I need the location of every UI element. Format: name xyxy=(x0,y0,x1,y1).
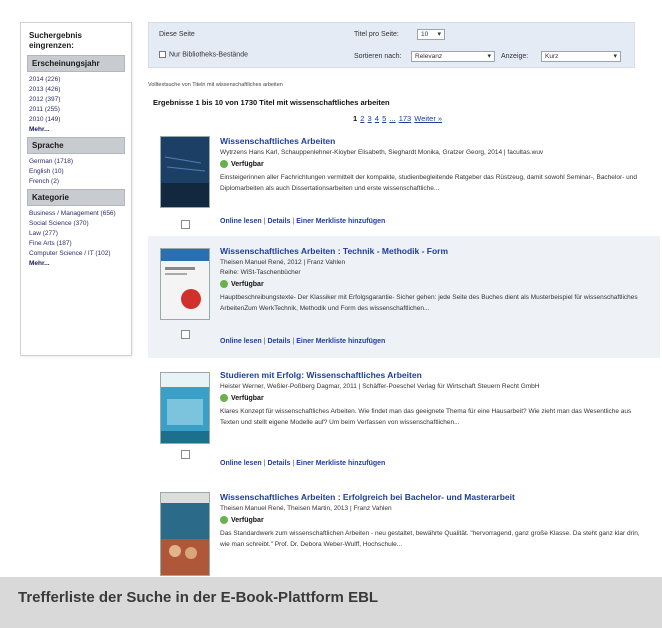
figure-caption: Trefferliste der Suche in der E-Book-Pla… xyxy=(18,589,379,606)
result-select-checkbox[interactable] xyxy=(181,450,190,459)
read-online-link[interactable]: Online lesen xyxy=(220,460,262,467)
result-title[interactable]: Wissenschaftliches Arbeiten xyxy=(220,136,335,146)
facet-category-computer-science[interactable]: Computer Science / IT (102) xyxy=(27,249,125,259)
library-only-checkbox[interactable] xyxy=(159,51,166,58)
result-item: Wissenschaftliches Arbeiten : Technik - … xyxy=(148,236,660,358)
add-to-list-link[interactable]: Einer Merkliste hinzufügen xyxy=(296,218,385,225)
result-description: Hauptbeschreibungstexte- Der Klassiker m… xyxy=(220,294,638,312)
availability-status: Verfügbar xyxy=(220,280,264,288)
facet-year-2013[interactable]: 2013 (426) xyxy=(27,85,125,95)
details-link[interactable]: Details xyxy=(267,460,290,467)
library-only-toggle[interactable]: Nur Bibliotheks-Bestände xyxy=(159,51,248,58)
per-page-value: 10 xyxy=(421,31,429,38)
page-link-3[interactable]: 3 xyxy=(368,114,372,123)
result-select-checkbox[interactable] xyxy=(181,220,190,229)
book-cover[interactable] xyxy=(160,372,210,444)
book-cover[interactable] xyxy=(160,136,210,208)
sort-value: Relevanz xyxy=(415,53,443,60)
result-series: Reihe: WiSt-Taschenbücher xyxy=(220,269,301,276)
result-item: Studieren mit Erfolg: Wissenschaftliches… xyxy=(148,362,660,482)
cover-art xyxy=(161,137,209,207)
facet-sidebar: Suchergebnis eingrenzen: Erscheinungsjah… xyxy=(20,22,132,356)
add-to-list-link[interactable]: Einer Merkliste hinzufügen xyxy=(296,460,385,467)
available-dot-icon xyxy=(220,280,228,288)
result-actions: Online lesen | Details | Einer Merkliste hin… xyxy=(220,460,386,467)
facet-year-2014[interactable]: 2014 (226) xyxy=(27,75,125,85)
display-value: Kurz xyxy=(545,53,559,60)
display-label: Anzeige: xyxy=(501,53,529,60)
sort-select[interactable]: Relevanz xyxy=(411,51,495,62)
result-count: Ergebnisse 1 bis 10 von 1730 Titel mit w… xyxy=(153,98,390,107)
sort-label: Sortieren nach: xyxy=(354,53,402,60)
facet-heading-year: Erscheinungsjahr xyxy=(27,55,125,72)
page-link-1[interactable]: 1 xyxy=(353,114,357,123)
availability-status: Verfügbar xyxy=(220,160,264,168)
facet-category-business[interactable]: Business / Management (656) xyxy=(27,209,125,219)
pagination: 1 2 3 4 5 ... 173 Weiter » xyxy=(353,114,443,123)
read-online-link[interactable]: Online lesen xyxy=(220,218,262,225)
page-link-4[interactable]: 4 xyxy=(375,114,379,123)
facet-year-2011[interactable]: 2011 (255) xyxy=(27,105,125,115)
facet-year-more-link[interactable]: Mehr... xyxy=(27,125,125,135)
available-dot-icon xyxy=(220,394,228,402)
page-scope-label: Diese Seite xyxy=(159,31,195,38)
result-title[interactable]: Studieren mit Erfolg: Wissenschaftliches… xyxy=(220,370,422,380)
library-only-label: Nur Bibliotheks-Bestände xyxy=(169,51,248,59)
page-link-5[interactable]: 5 xyxy=(382,114,386,123)
next-page-link[interactable]: Weiter » xyxy=(414,114,442,123)
facet-language-french[interactable]: French (2) xyxy=(27,177,125,187)
availability-label: Verfügbar xyxy=(231,394,264,402)
facet-category-law[interactable]: Law (277) xyxy=(27,229,125,239)
availability-status: Verfügbar xyxy=(220,394,264,402)
result-authors: Theisen Manuel René, 2012 | Franz Vahlen xyxy=(220,259,346,266)
add-to-list-link[interactable]: Einer Merkliste hinzufügen xyxy=(296,338,385,345)
book-cover[interactable] xyxy=(160,492,210,576)
page-link-2[interactable]: 2 xyxy=(360,114,364,123)
facet-language-german[interactable]: German (1718) xyxy=(27,157,125,167)
result-authors: Heister Werner, Weßler-Poßberg Dagmar, 2… xyxy=(220,383,540,390)
facet-language-english[interactable]: English (10) xyxy=(27,167,125,177)
per-page-select[interactable]: 10 xyxy=(417,29,445,40)
figure-caption-bar: Trefferliste der Suche in der E-Book-Pla… xyxy=(0,577,662,628)
details-link[interactable]: Details xyxy=(267,218,290,225)
result-authors: Theisen Manuel René, Theisen Martin, 201… xyxy=(220,505,392,512)
result-title[interactable]: Wissenschaftliches Arbeiten : Erfolgreic… xyxy=(220,492,515,502)
facet-heading-category: Kategorie xyxy=(27,189,125,206)
result-actions: Online lesen | Details | Einer Merkliste hin… xyxy=(220,218,386,225)
facet-category-more-link[interactable]: Mehr... xyxy=(27,259,125,269)
results-toolbar: Diese Seite Nur Bibliotheks-Bestände Tit… xyxy=(148,22,635,68)
result-description: Einsteigerinnen aller Fachrichtungen ver… xyxy=(220,174,637,192)
details-link[interactable]: Details xyxy=(267,338,290,345)
result-item: Wissenschaftliches Arbeiten Wytrzens Han… xyxy=(148,132,660,236)
sidebar-title: Suchergebnis eingrenzen: xyxy=(29,31,82,50)
cover-art xyxy=(161,249,209,319)
availability-label: Verfügbar xyxy=(231,160,264,168)
cover-art xyxy=(161,493,209,575)
facet-category-social-science[interactable]: Social Science (370) xyxy=(27,219,125,229)
result-item: Wissenschaftliches Arbeiten : Erfolgreic… xyxy=(148,486,660,576)
result-title[interactable]: Wissenschaftliches Arbeiten : Technik - … xyxy=(220,246,448,256)
availability-label: Verfügbar xyxy=(231,280,264,288)
facet-heading-language: Sprache xyxy=(27,137,125,154)
page-ellipsis: ... xyxy=(389,114,396,123)
result-actions: Online lesen | Details | Einer Merkliste hin… xyxy=(220,338,386,345)
available-dot-icon xyxy=(220,516,228,524)
available-dot-icon xyxy=(220,160,228,168)
display-select[interactable]: Kurz xyxy=(541,51,621,62)
cover-art xyxy=(161,373,209,443)
availability-status: Verfügbar xyxy=(220,516,264,524)
facet-category-fine-arts[interactable]: Fine Arts (187) xyxy=(27,239,125,249)
read-online-link[interactable]: Online lesen xyxy=(220,338,262,345)
availability-label: Verfügbar xyxy=(231,516,264,524)
page-link-last[interactable]: 173 xyxy=(399,114,412,123)
result-description: Das Standardwerk zum wissenschaftlichen … xyxy=(220,530,640,548)
facet-year-2010[interactable]: 2010 (149) xyxy=(27,115,125,125)
result-select-checkbox[interactable] xyxy=(181,330,190,339)
per-page-label: Titel pro Seite: xyxy=(354,31,399,38)
facet-year-2012[interactable]: 2012 (397) xyxy=(27,95,125,105)
result-authors: Wytrzens Hans Karl, Schauppenlehner-Kloy… xyxy=(220,149,544,156)
result-description: Klares Konzept für wissenschaftliches Ar… xyxy=(220,408,632,426)
search-description: Volltextsuche von Titeln mit wissenschaf… xyxy=(148,82,283,88)
book-cover[interactable] xyxy=(160,248,210,320)
